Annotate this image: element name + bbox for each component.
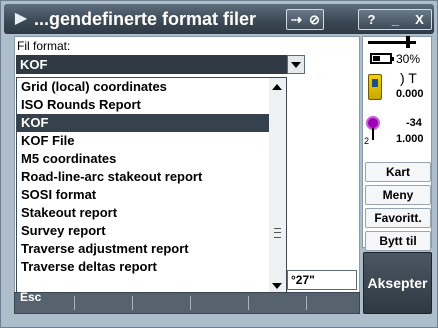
scroll-up-icon[interactable] — [272, 84, 282, 90]
list-item[interactable]: Road-line-arc stakeout report — [17, 168, 283, 186]
scroll-down-icon[interactable] — [272, 283, 282, 289]
file-format-dropdown-list: Grid (local) coordinates ISO Rounds Repo… — [16, 77, 284, 295]
esc-button[interactable]: Esc — [16, 291, 66, 313]
list-item[interactable]: Grid (local) coordinates — [17, 78, 283, 96]
list-item[interactable]: Traverse adjustment report — [17, 240, 283, 258]
app-icon[interactable]: ▶ — [10, 9, 32, 29]
accept-button[interactable]: Aksepter — [363, 252, 432, 314]
softkey-divider — [248, 296, 249, 310]
instrument-value: 0.000 — [396, 88, 424, 100]
list-scrollbar[interactable] — [269, 77, 287, 295]
target-top-value: -34 — [406, 117, 422, 129]
switch-to-button[interactable]: Bytt til — [365, 231, 431, 251]
chevron-down-icon[interactable] — [287, 55, 305, 74]
title-bar: ▶ ...gendefinerte format filer ⇢ ⊘ ? _ X — [4, 4, 434, 34]
instrument-label: ) T — [400, 70, 417, 86]
arrow-in-icon[interactable]: ⇢ — [288, 10, 305, 29]
list-item[interactable]: Stakeout report — [17, 204, 283, 222]
target-height-value: 1.000 — [396, 133, 424, 145]
list-item[interactable]: Survey report — [17, 222, 283, 240]
target-number: 2 — [364, 136, 370, 146]
minimize-button[interactable]: _ — [387, 10, 404, 29]
favorites-button[interactable]: Favoritt. — [365, 208, 431, 228]
battery-percent: 30% — [396, 52, 421, 66]
window-controls: ? _ X — [358, 9, 432, 30]
scroll-thumb-grip-icon[interactable] — [274, 228, 281, 238]
window-title: ...gendefinerte format filer — [34, 9, 257, 29]
file-format-label: Fil format: — [17, 39, 71, 53]
softkey-divider — [190, 296, 191, 310]
softkey-divider — [306, 296, 307, 310]
close-button[interactable]: X — [411, 10, 428, 29]
no-entry-icon[interactable]: ⊘ — [306, 10, 323, 29]
angle-field-fragment: °27" — [287, 270, 357, 290]
list-item[interactable]: KOF File — [17, 132, 283, 150]
battery-icon — [370, 53, 394, 64]
map-button[interactable]: Kart — [365, 162, 431, 182]
target-pole-icon — [372, 128, 374, 140]
list-item[interactable]: ISO Rounds Report — [17, 96, 283, 114]
file-format-select[interactable]: KOF — [16, 55, 287, 74]
list-item[interactable]: SOSI format — [17, 186, 283, 204]
instrument-icon[interactable] — [368, 74, 382, 100]
list-item[interactable]: Traverse deltas report — [17, 258, 283, 276]
softkey-divider — [132, 296, 133, 310]
nav-icon-group: ⇢ ⊘ — [286, 9, 324, 30]
list-item-selected[interactable]: KOF — [17, 114, 283, 132]
file-format-value: KOF — [20, 57, 48, 72]
list-item[interactable]: M5 coordinates — [17, 150, 283, 168]
menu-button[interactable]: Meny — [365, 185, 431, 205]
softkey-divider — [74, 296, 75, 310]
help-button[interactable]: ? — [363, 10, 380, 29]
power-plug-icon — [406, 36, 410, 48]
